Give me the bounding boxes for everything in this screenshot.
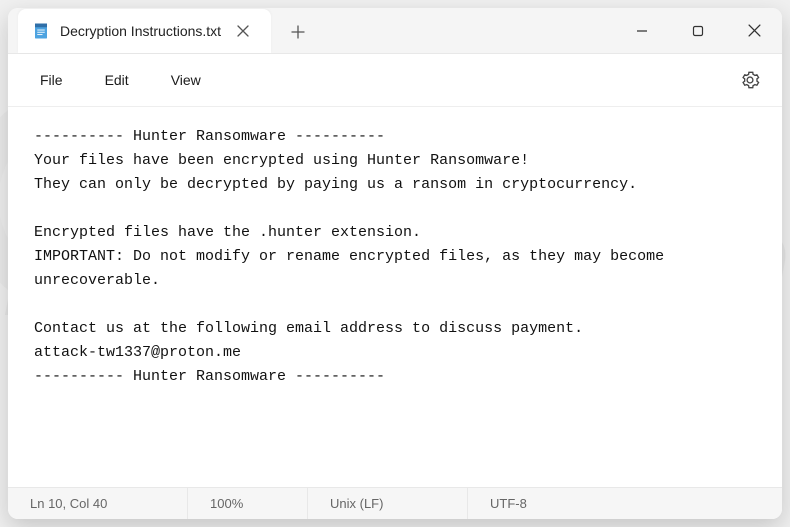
menu-view[interactable]: View [153,66,219,94]
titlebar: Decryption Instructions.txt [8,8,782,54]
statusbar: Ln 10, Col 40 100% Unix (LF) UTF-8 [8,487,782,519]
window-controls [614,8,782,53]
notepad-icon [32,22,50,40]
status-encoding: UTF-8 [468,488,782,519]
notepad-window: Decryption Instructions.txt File Edit [8,8,782,519]
new-tab-button[interactable] [279,13,317,51]
tab-title: Decryption Instructions.txt [60,23,221,39]
file-tab[interactable]: Decryption Instructions.txt [18,9,271,53]
close-window-button[interactable] [726,8,782,53]
close-tab-icon[interactable] [231,19,255,43]
status-zoom[interactable]: 100% [188,488,308,519]
menu-edit[interactable]: Edit [87,66,147,94]
status-position: Ln 10, Col 40 [8,488,188,519]
menu-file[interactable]: File [22,66,81,94]
gear-icon [740,70,760,90]
document-text: ---------- Hunter Ransomware ---------- … [34,128,673,385]
settings-button[interactable] [732,62,768,98]
minimize-button[interactable] [614,8,670,53]
text-area[interactable]: ---------- Hunter Ransomware ---------- … [8,107,782,487]
maximize-button[interactable] [670,8,726,53]
tab-row: Decryption Instructions.txt [8,8,614,53]
menubar: File Edit View [8,54,782,107]
status-line-ending: Unix (LF) [308,488,468,519]
